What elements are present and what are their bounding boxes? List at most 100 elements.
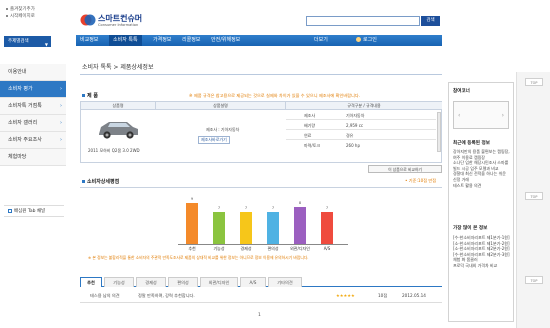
top-button[interactable]: TOP <box>525 78 543 86</box>
most-viewed-list: [수-한소비자리포트 제1분기-1원] [소-한소비자리포트 제1분기-2원] … <box>453 235 510 269</box>
most-viewed-heading: 가장 많이 본 정보 <box>453 226 488 231</box>
nav-item-recall[interactable]: 리콜정보 <box>182 35 200 46</box>
top-button[interactable]: TOP <box>525 192 543 200</box>
spec-scrollbar[interactable] <box>437 112 441 152</box>
top-button[interactable]: TOP <box>525 276 543 284</box>
spec-row: 제조사 기아자동차 <box>286 111 436 120</box>
banner-heading: 참여코너 <box>453 89 470 94</box>
review-score: 10점 <box>378 293 388 298</box>
promo-banner[interactable]: ‹ › <box>453 101 509 129</box>
nav-item-compare[interactable]: 비교정보 <box>80 35 98 46</box>
bar-value-label: 7 <box>271 206 275 210</box>
search-input[interactable] <box>306 16 420 26</box>
chart-footnote: ※ 본 정보는 불합리적을 통한 소비자의 주관적 만족도조사로 제품의 상대적… <box>88 255 309 260</box>
right-rail: TOP TOP TOP <box>516 72 550 328</box>
product-table: 상품명 상품설명 규격구분 / 규격내용 2011 모하비 Q2몸 3.0 2W… <box>80 101 442 163</box>
review-tabs: 추천 기능성 경제성 편의성 외관/디자인 A/S 기타의견 <box>80 277 442 287</box>
tab-recommend[interactable]: 추천 <box>80 277 102 287</box>
list-item[interactable]: [소-한소비자리포트 제2분기-2원] <box>453 246 510 252</box>
nav-more-link[interactable]: 더보기 <box>314 35 328 46</box>
homepage-link[interactable]: 시작페이지로 <box>6 13 35 20</box>
spec-row: 배기량 2,959 cc <box>286 121 436 130</box>
review-text: 정말 만족하며, 강력 추천합니다. <box>138 293 195 298</box>
logo-mark-icon <box>80 14 96 26</box>
nav-login-link[interactable]: 로그인 <box>356 35 377 46</box>
chevron-down-icon: ▼ <box>44 42 48 47</box>
bar-value-label: 8 <box>298 201 302 205</box>
compare-button[interactable]: 이 상품으로 비교하기 <box>368 165 442 173</box>
list-item[interactable]: 강아지만의 용품 불편보는 캠핑장, <box>453 149 510 155</box>
nav-item-safety[interactable]: 안전/위해정보 <box>211 35 240 46</box>
user-icon <box>356 37 361 42</box>
chevron-right-icon: › <box>60 103 62 109</box>
topic-search-button[interactable]: 주제별검색 ▼ <box>4 36 51 47</box>
chevron-right-icon: › <box>60 120 62 126</box>
list-item[interactable]: [수-한소비자리포트 제1분기-1원] <box>453 235 510 241</box>
tab-function[interactable]: 기능성 <box>104 277 134 287</box>
car-image <box>99 122 138 139</box>
jury-channel-link[interactable]: 배심원 Tab 채널 <box>4 205 64 217</box>
chevron-left-icon: ‹ <box>458 112 461 119</box>
review-row[interactable]: 테스용 남의 의견 정말 만족하며, 강력 추천합니다. ★★★★★ 10점 2… <box>80 289 442 303</box>
bookmark-link[interactable]: 즐겨찾기추가 <box>6 6 35 13</box>
bar-value-label: 7 <box>244 206 248 210</box>
search-button[interactable]: 검색 <box>421 16 440 26</box>
logo-subtitle: Consumer Information <box>98 23 139 27</box>
section-bullet-icon <box>82 94 85 97</box>
bar-category-label: A/S <box>323 246 331 251</box>
page-title: 소비자 톡톡 > 제품상세정보 <box>82 64 154 71</box>
review-title: 테스용 남의 의견 <box>90 293 120 298</box>
tab-economy[interactable]: 경제성 <box>136 277 166 287</box>
chart-bar <box>267 212 279 244</box>
main-nav: 비교정보 소비자 톡톡 가격정보 리콜정보 안전/위해정보 더보기 로그인 <box>76 35 442 46</box>
chevron-right-icon: › <box>60 86 62 92</box>
bar-category-label: 추천 <box>188 246 196 251</box>
review-stars: ★★★★★ <box>336 293 355 298</box>
maker-link-button[interactable]: 제조사바로가기 <box>198 136 230 144</box>
spec-row: 연료 경유 <box>286 131 436 140</box>
site-logo[interactable]: 스마트컨슈머 Consumer Information <box>80 12 150 32</box>
list-item[interactable]: 테스트 활용 의견 <box>453 183 510 189</box>
tab-other[interactable]: 기타의견 <box>268 277 302 287</box>
grid-icon <box>8 208 12 213</box>
bar-value-label: 7 <box>325 206 329 210</box>
bar-category-label: 외관/디자인 <box>290 246 310 251</box>
bar-category-label: 경제성 <box>240 246 252 251</box>
nav-item-price[interactable]: 가격정보 <box>153 35 171 46</box>
sidebar-item-gallery[interactable]: 소비자 갤러리 › <box>0 115 66 132</box>
spec-row: 마력/토크 260 hp <box>304 143 360 148</box>
chart-baseline <box>178 244 348 245</box>
list-item[interactable]: 프로덕 국내외 가격차 비교 <box>453 263 510 269</box>
left-sidebar: 이용안내 소비자 평가 › 소비자톡 거점톡 › 소비자 갤러리 › 소비자 주요조사… <box>0 64 66 166</box>
chart-bar <box>294 207 306 244</box>
bar-category-label: 편의성 <box>267 246 279 251</box>
recent-info-heading: 최근에 등록된 정보 <box>453 141 491 146</box>
top-links: 즐겨찾기추가 시작페이지로 <box>6 6 35 20</box>
title-divider <box>80 74 442 75</box>
chart-bar <box>186 203 198 244</box>
nav-item-consumer-talk[interactable]: 소비자 톡톡 <box>109 35 142 46</box>
bar-value-label: 7 <box>217 206 221 210</box>
sidebar-item-survey[interactable]: 소비자 주요조사 › <box>0 132 66 149</box>
review-date: 2012.05.14 <box>402 293 426 298</box>
sidebar-item-base-talk[interactable]: 소비자톡 거점톡 › <box>0 98 66 115</box>
tab-as[interactable]: A/S <box>240 277 266 287</box>
sidebar-item-consumer-review[interactable]: 소비자 평가 › <box>0 81 66 98</box>
bar-value-label: 9 <box>190 197 194 201</box>
section-bullet-icon <box>82 180 85 183</box>
pager-current[interactable]: 1 <box>258 313 261 318</box>
sidebar-item-guide[interactable]: 이용안내 <box>0 64 66 81</box>
tab-convenience[interactable]: 편의성 <box>168 277 198 287</box>
product-section-heading: 제 품 <box>82 92 98 99</box>
chevron-right-icon: › <box>60 137 62 143</box>
product-name: 2011 모하비 Q2몸 3.0 2WD <box>88 148 140 153</box>
sidebar-item-experience[interactable]: 체험마당 <box>0 149 66 166</box>
product-spec-note: ※ 제품 규격은 참고용으로 제공되는 것으로 실제와 차이가 있을 수 있으니… <box>189 93 361 98</box>
header-product-desc: 상품설명 <box>156 102 286 110</box>
chevron-right-icon: › <box>501 112 504 119</box>
tab-design[interactable]: 외관/디자인 <box>200 277 238 287</box>
header-spec: 규격구분 / 규격내용 <box>286 102 442 110</box>
rating-section-heading: 소비자상세평점 <box>82 178 119 185</box>
chart-bar <box>213 212 225 244</box>
list-item[interactable]: 소나단 입한 해당시민조사 스마를 <box>453 160 510 166</box>
